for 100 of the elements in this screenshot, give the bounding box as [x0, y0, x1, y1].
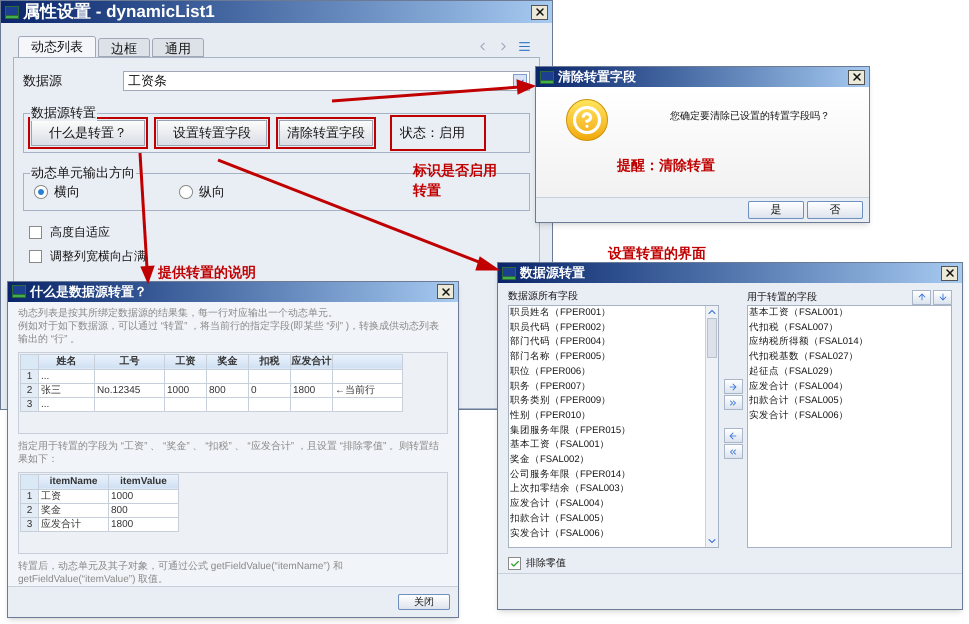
list-item[interactable]: 职位（FPER006） [510, 364, 705, 380]
close-icon [850, 71, 862, 83]
tab[interactable]: 动态列表 [18, 36, 96, 57]
check-icon [510, 558, 520, 568]
window-title: 什么是数据源转置？ [30, 283, 147, 302]
checkbox-label: 排除零值 [526, 556, 566, 571]
list-item[interactable]: 起征点（FSAL029） [749, 364, 951, 380]
column-header: 应发合计 [290, 354, 332, 370]
move-up-button[interactable] [912, 290, 931, 304]
add-all-button[interactable] [724, 395, 742, 410]
dialog-button[interactable]: 是 [748, 201, 804, 219]
scroll-thumb[interactable] [707, 318, 717, 358]
list-item[interactable]: 部门名称（FPER005） [510, 350, 705, 365]
table-cell: ... [38, 369, 94, 384]
radio-label: 横向 [54, 183, 80, 202]
list-item[interactable]: 代扣税（FSAL007） [749, 320, 951, 336]
window-title: 数据源转置 [520, 264, 585, 282]
list-item[interactable]: 公司服务年限（FPER014） [510, 468, 705, 482]
column-header: 工号 [94, 354, 164, 370]
list-item[interactable]: 集团服务年限（FPER015） [510, 424, 705, 438]
table-cell: 1800 [290, 383, 332, 398]
list-item[interactable]: 实发合计（FSAL006） [510, 526, 705, 542]
list-item[interactable]: 实发合计（FSAL006） [749, 408, 951, 424]
table-cell: 1000 [108, 489, 178, 504]
tab[interactable]: 边框 [98, 38, 150, 57]
tab[interactable]: 通用 [152, 38, 204, 57]
list-item[interactable]: 职员姓名（FPER001） [510, 306, 705, 321]
app-logo-icon [502, 266, 516, 280]
list-item[interactable]: 上次扣零结余（FSAL003） [510, 482, 705, 498]
table-cell: No.12345 [94, 383, 164, 398]
remove-all-button[interactable] [724, 444, 742, 459]
list-item[interactable]: 应发合计（FSAL004） [749, 380, 951, 394]
table-cell [164, 397, 206, 412]
radio-button[interactable] [34, 185, 48, 199]
list-item[interactable]: 职务（FPER007） [510, 380, 705, 394]
action-button[interactable]: 清除转置字段 [279, 120, 373, 146]
list-item[interactable]: 应发合计（FSAL004） [510, 497, 705, 512]
list-item[interactable]: 基本工资（FSAL001） [510, 438, 705, 454]
column-header: 扣税 [248, 354, 290, 370]
close-button[interactable] [848, 70, 865, 84]
table-cell [206, 397, 248, 412]
arrow-up-icon [916, 292, 926, 302]
move-down-button[interactable] [933, 290, 952, 304]
close-dialog-button[interactable]: 关闭 [398, 594, 450, 610]
close-icon [534, 6, 546, 18]
help-text: 指定用于转置的字段为 “工资” 、 “奖金” 、 “扣税” 、 “应发合计” ，且设置 “排除零值” 。则转置结果如下： [18, 440, 440, 466]
checkbox[interactable] [29, 250, 42, 263]
close-icon [944, 267, 956, 279]
annotation-text: 提醒：清除转置 [617, 156, 715, 175]
table-cell [94, 369, 164, 384]
checkbox[interactable] [508, 557, 521, 570]
list-item[interactable]: 代扣税基数（FSAL027） [749, 350, 951, 365]
add-button[interactable] [724, 379, 742, 394]
list-item[interactable]: 基本工资（FSAL001） [749, 306, 951, 321]
annotation-text: 设置转置的界面 [608, 244, 706, 263]
dialog-button[interactable]: 否 [807, 201, 863, 219]
status-label: 状态：启用 [400, 124, 465, 142]
row-number: 1 [20, 369, 38, 384]
remove-button[interactable] [724, 428, 742, 443]
table-cell: 1000 [164, 383, 206, 398]
table-cell [290, 369, 332, 384]
header-cell [20, 354, 38, 370]
table-cell [206, 369, 248, 384]
column-header: 工资 [164, 354, 206, 370]
close-button[interactable] [941, 266, 958, 280]
scrollbar[interactable] [705, 306, 718, 547]
list-item[interactable]: 扣款合计（FSAL005） [749, 394, 951, 409]
app-logo-icon [5, 6, 19, 18]
close-button[interactable] [531, 4, 548, 20]
header-cell [332, 354, 402, 370]
table-cell: 800 [206, 383, 248, 398]
list-item[interactable]: 应纳税所得额（FSAL014） [749, 335, 951, 350]
action-button[interactable]: 设置转置字段 [157, 120, 267, 146]
table-cell: 0 [248, 383, 290, 398]
list-item[interactable]: 奖金（FSAL002） [510, 453, 705, 468]
group-title: 数据源转置 [30, 105, 97, 121]
table-cell: 奖金 [38, 503, 108, 518]
column-header: 奖金 [206, 354, 248, 370]
double-chevron-left-icon [728, 446, 738, 456]
list-item[interactable]: 扣款合计（FSAL005） [510, 512, 705, 527]
list-icon[interactable] [518, 40, 531, 53]
list-item[interactable]: 职务类别（FPER009） [510, 394, 705, 409]
list-item[interactable]: 性别（FPER010） [510, 408, 705, 424]
close-icon [440, 286, 452, 298]
dialog-message: 您确定要清除已设置的转置字段吗？ [670, 110, 830, 124]
radio-button[interactable] [179, 185, 193, 199]
window-title: 属性设置 - dynamicList1 [23, 1, 215, 24]
checkbox[interactable] [29, 226, 42, 239]
list-item[interactable]: 部门代码（FPER004） [510, 335, 705, 350]
app-logo-icon [12, 285, 26, 298]
list-item[interactable]: 职员代码（FPER002） [510, 320, 705, 336]
datasource-dropdown[interactable]: 工资条 [123, 71, 530, 91]
annotation-text: 提供转置的说明 [158, 263, 256, 282]
table-cell: 工资 [38, 489, 108, 504]
action-button[interactable]: 什么是转置？ [31, 120, 145, 146]
table-cell [332, 369, 402, 384]
table-cell: 张三 [38, 383, 94, 398]
arrow-left-icon [728, 430, 738, 440]
close-button[interactable] [437, 284, 454, 300]
question-icon [566, 99, 608, 141]
